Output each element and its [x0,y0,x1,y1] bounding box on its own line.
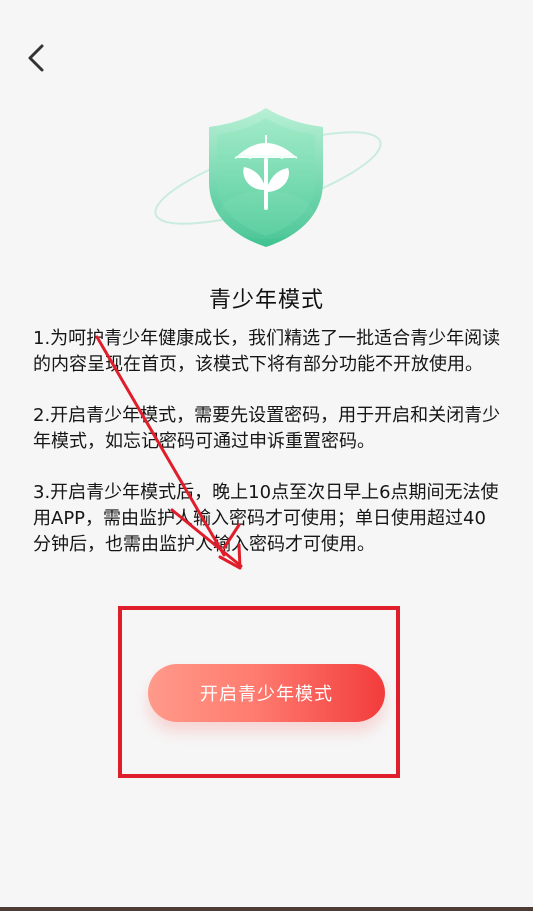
enable-teen-mode-button[interactable]: 开启青少年模式 [148,664,385,722]
enable-teen-mode-label: 开启青少年模式 [200,684,333,705]
back-chevron-icon [28,44,44,72]
description-item-2: 2.开启青少年模式，需要先设置密码，用于开启和关闭青少年模式，如忘记密码可通过申… [33,405,501,452]
shield-icon [150,100,390,260]
description-text: 1.为呵护青少年健康成长，我们精选了一批适合青少年阅读的内容呈现在首页，该模式下… [33,326,503,558]
back-button[interactable] [18,40,54,76]
bottom-edge-strip [0,907,533,911]
description-item-3: 3.开启青少年模式后，晚上10点至次日早上6点期间无法使用APP，需由监护人输入… [33,482,499,555]
page-title: 青少年模式 [208,288,324,313]
description-item-1: 1.为呵护青少年健康成长，我们精选了一批适合青少年阅读的内容呈现在首页，该模式下… [33,328,501,375]
